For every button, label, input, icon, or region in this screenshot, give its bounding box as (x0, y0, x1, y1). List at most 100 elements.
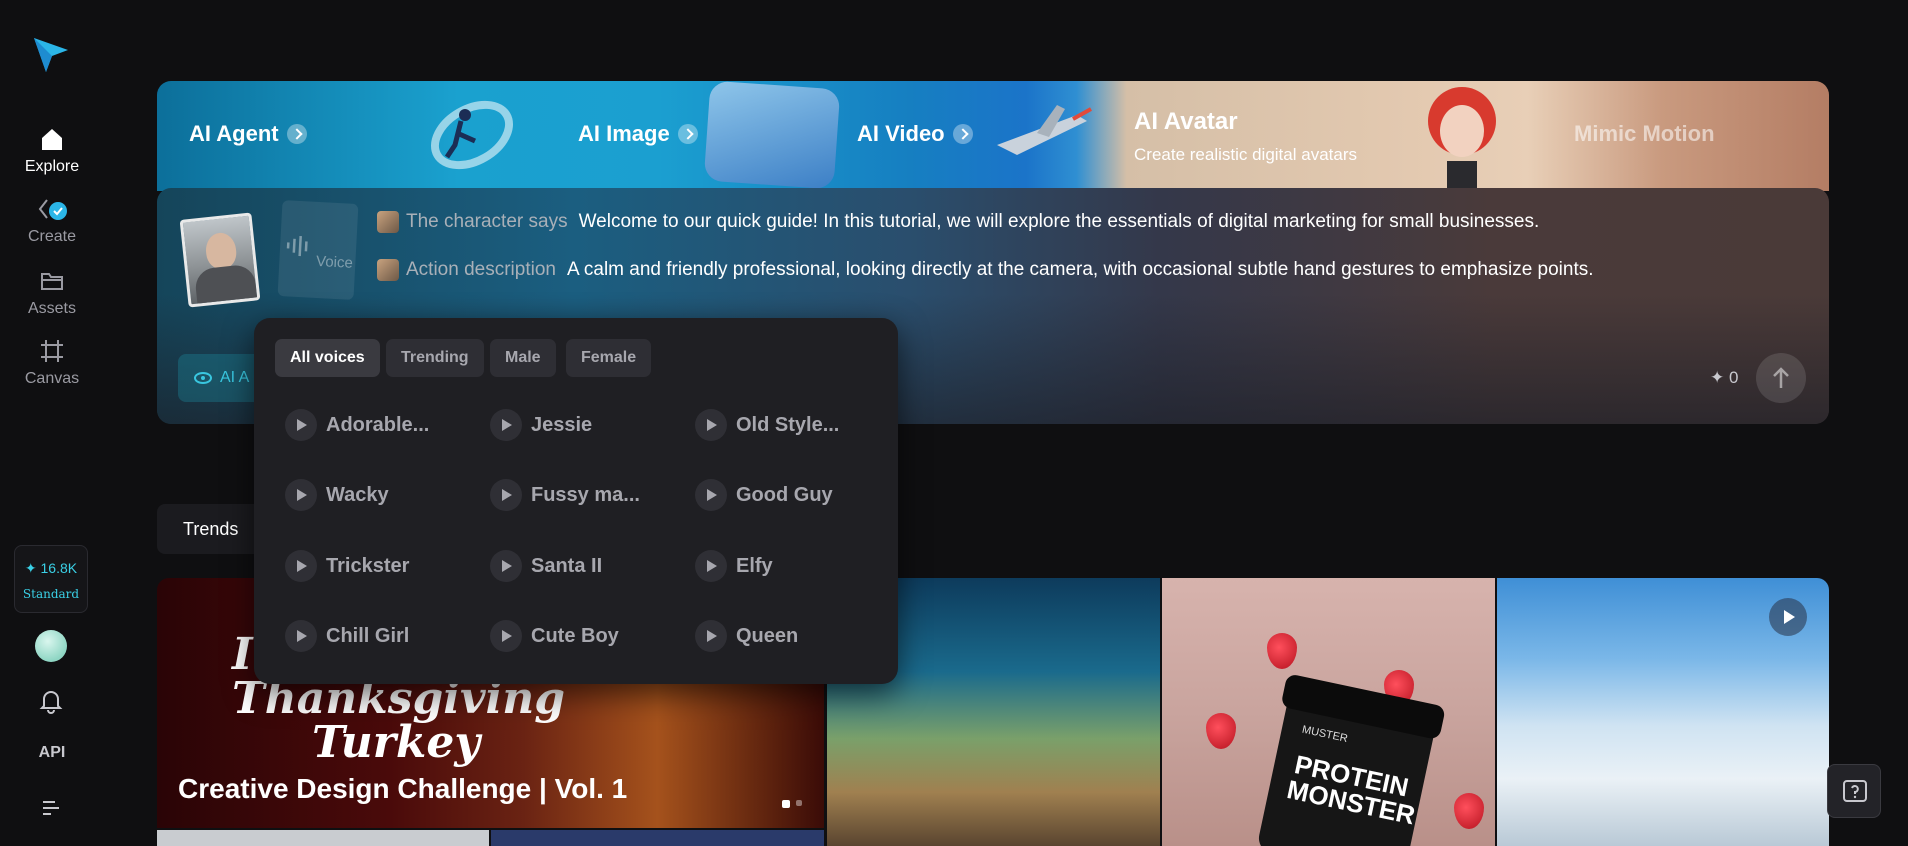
bell-icon[interactable] (38, 688, 64, 714)
character-says-text[interactable]: Welcome to our quick guide! In this tuto… (579, 211, 1540, 233)
credit-cost: ✦ 0 (1710, 368, 1738, 388)
plane-illustration (997, 105, 1092, 155)
arrow-up-icon (1773, 367, 1789, 388)
play-icon[interactable] (285, 409, 317, 441)
voice-tab-male[interactable]: Male (490, 339, 556, 377)
gallery-card-snow[interactable] (1497, 578, 1829, 846)
voice-option[interactable]: Old Style... (695, 409, 839, 441)
send-button[interactable] (1756, 353, 1806, 403)
voice-option-label: Elfy (736, 554, 773, 577)
voice-option-label: Trickster (326, 554, 410, 577)
banner-mimic-motion[interactable]: Mimic Motion (1574, 121, 1715, 147)
logo-icon[interactable] (32, 34, 70, 74)
product-brand: MUSTER (1300, 723, 1349, 746)
help-button[interactable] (1827, 764, 1881, 818)
nav-create[interactable]: Create (0, 196, 104, 246)
banner-ai-video-label: AI Video (857, 121, 945, 146)
gallery-card[interactable] (491, 830, 824, 846)
voice-option-label: Cute Boy (531, 624, 619, 647)
protein-jar: MUSTER PROTEIN MONSTER (1255, 673, 1446, 846)
voice-option[interactable]: Trickster (285, 550, 409, 582)
play-icon[interactable] (695, 409, 727, 441)
play-icon[interactable] (285, 620, 317, 652)
strawberry-decoration (1267, 633, 1297, 669)
nav-assets[interactable]: Assets (0, 268, 104, 318)
credits-amount: 16.8K (40, 560, 78, 576)
carousel-dot[interactable] (796, 800, 802, 806)
play-icon[interactable] (285, 550, 317, 582)
tab-trends[interactable]: Trends (157, 504, 264, 554)
voice-option[interactable]: Queen (695, 620, 798, 652)
voice-option[interactable]: Wacky (285, 479, 389, 511)
voice-option-label: Wacky (326, 483, 389, 506)
carousel-dot-active[interactable] (782, 800, 790, 808)
voice-option[interactable]: Chill Girl (285, 620, 409, 652)
voice-tab-female[interactable]: Female (566, 339, 652, 377)
nav-canvas[interactable]: Canvas (0, 338, 104, 388)
voice-option-label: Chill Girl (326, 624, 410, 647)
play-icon[interactable] (490, 479, 522, 511)
play-icon[interactable] (490, 409, 522, 441)
nav-canvas-label: Canvas (24, 370, 80, 387)
voice-option-label: Adorable... (326, 413, 430, 436)
credit-cost-value: 0 (1728, 368, 1739, 387)
credits-badge[interactable]: ✦ 16.8K Standard (14, 545, 88, 613)
voice-option-label: Good Guy (736, 483, 833, 506)
canvas-icon (41, 340, 63, 362)
waveform-icon (286, 235, 308, 257)
avatar-illustration (1428, 87, 1496, 191)
action-description-label: Action description (406, 259, 556, 280)
feature-banner: AI Agent AI Image AI Video AI Avatar Cre… (157, 81, 1829, 191)
action-thumb-icon (377, 259, 399, 281)
voice-label: Voice (315, 252, 354, 272)
gallery-card[interactable] (157, 830, 489, 846)
nav-explore-label: Explore (24, 158, 80, 175)
agent-illustration (431, 100, 513, 170)
banner-ai-image-label: AI Image (578, 121, 670, 146)
play-icon[interactable] (695, 550, 727, 582)
eye-icon (194, 372, 212, 384)
sparkle-icon: ✦ (1710, 368, 1729, 387)
action-description-text[interactable]: A calm and friendly professional, lookin… (567, 259, 1594, 281)
voice-option[interactable]: Cute Boy (490, 620, 619, 652)
ai-assist-label: AI A (220, 369, 250, 386)
api-link[interactable]: API (0, 744, 104, 762)
voice-option[interactable]: Elfy (695, 550, 773, 582)
play-icon[interactable] (285, 479, 317, 511)
voice-tab-all[interactable]: All voices (275, 339, 380, 377)
banner-ai-avatar-title[interactable]: AI Avatar (1134, 108, 1238, 136)
banner-ai-avatar-subtitle: Create realistic digital avatars (1134, 145, 1357, 164)
character-photo[interactable] (179, 212, 261, 308)
voice-option[interactable]: Santa II (490, 550, 602, 582)
voice-tab-trending[interactable]: Trending (386, 339, 484, 377)
voice-option[interactable]: Jessie (490, 409, 592, 441)
menu-icon[interactable] (41, 800, 61, 816)
voice-option-label: Jessie (531, 413, 593, 436)
voice-option-label: Old Style... (736, 413, 840, 436)
play-icon[interactable] (695, 479, 727, 511)
voice-option-label: Santa II (531, 554, 603, 577)
nav-assets-label: Assets (27, 300, 76, 317)
play-icon[interactable] (490, 550, 522, 582)
banner-ai-video[interactable]: AI Video (857, 121, 973, 147)
home-icon (42, 129, 62, 150)
featured-title-line-3: Turkey (312, 717, 480, 768)
voice-selector[interactable]: Voice (277, 200, 359, 300)
folder-icon (41, 273, 63, 290)
voice-option[interactable]: Adorable... (285, 409, 429, 441)
play-icon[interactable] (695, 620, 727, 652)
play-icon[interactable] (1769, 598, 1807, 636)
character-says-row[interactable]: The character says Welcome to our quick … (377, 211, 1539, 233)
banner-ai-image[interactable]: AI Image (578, 121, 698, 147)
voice-option[interactable]: Fussy ma... (490, 479, 640, 511)
voice-option[interactable]: Good Guy (695, 479, 833, 511)
user-avatar[interactable] (35, 630, 67, 662)
banner-ai-agent-label: AI Agent (189, 121, 279, 146)
action-description-row[interactable]: Action description A calm and friendly p… (377, 259, 1594, 281)
strawberry-decoration (1454, 793, 1484, 829)
chevron-right-icon (286, 124, 307, 144)
banner-ai-agent[interactable]: AI Agent (189, 121, 307, 147)
nav-explore[interactable]: Explore (0, 126, 104, 176)
play-icon[interactable] (490, 620, 522, 652)
gallery-card-protein[interactable]: MUSTER PROTEIN MONSTER (1162, 578, 1495, 846)
